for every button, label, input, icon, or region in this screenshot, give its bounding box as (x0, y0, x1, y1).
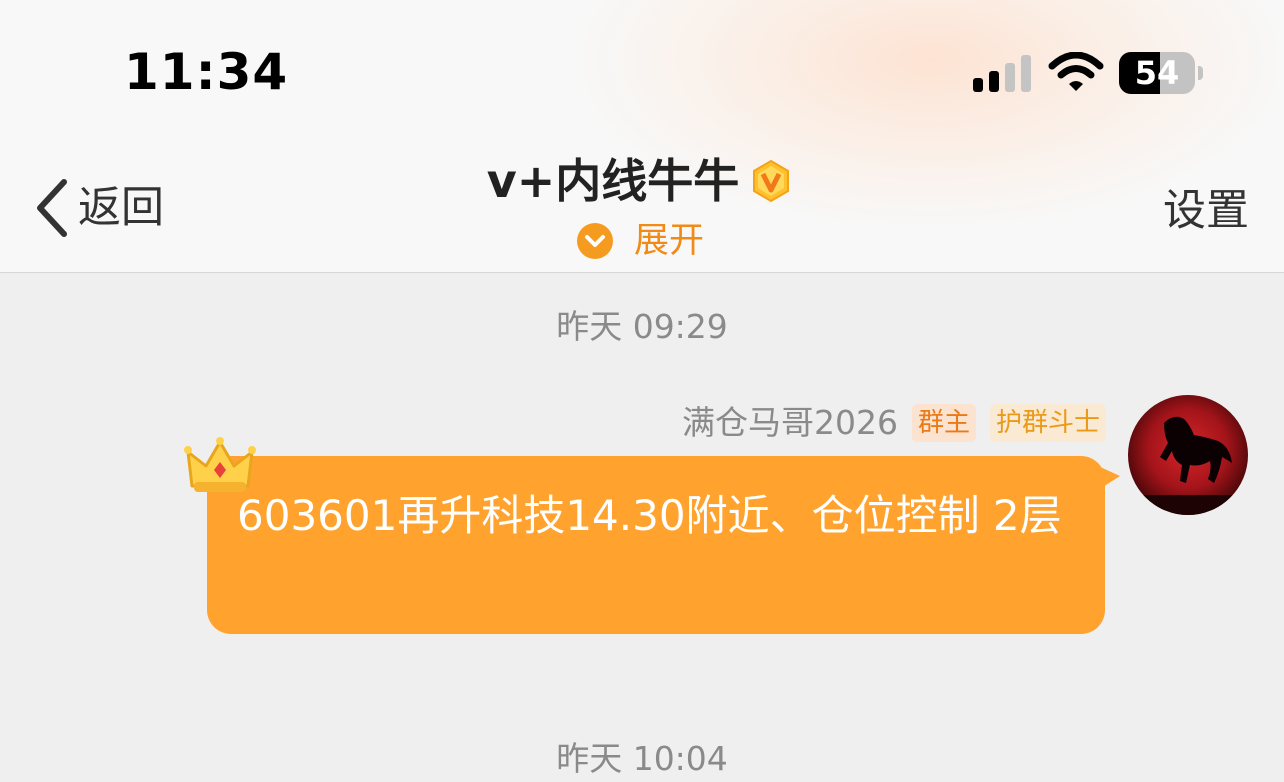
settings-button[interactable]: 设置 (1146, 180, 1266, 242)
crown-icon (184, 437, 256, 492)
page-title: v+内线牛牛 (486, 154, 740, 208)
message-bubble[interactable]: 603601再升科技14.30附近、仓位控制 2层 (207, 456, 1105, 634)
battery-icon: 54 (1119, 52, 1205, 94)
message-timestamp: 昨天 09:29 (556, 307, 728, 346)
expand-label: 展开 (633, 221, 704, 261)
guard-badge: 护群斗士 (989, 404, 1106, 442)
chevron-left-icon (37, 179, 67, 237)
message-text: 603601再升科技14.30附近、仓位控制 2层 (237, 491, 1062, 540)
status-time: 11:34 (124, 43, 289, 101)
sender-name: 满仓马哥2026 (681, 403, 898, 442)
back-label: 返回 (78, 183, 164, 233)
avatar[interactable] (1128, 395, 1248, 515)
back-button[interactable]: 返回 (32, 176, 164, 240)
v-badge-icon (753, 159, 790, 203)
wifi-icon (1048, 52, 1104, 91)
battery-level: 54 (1134, 54, 1180, 92)
chat-title-area[interactable]: v+内线牛牛 (450, 150, 830, 212)
cellular-signal-icon (973, 55, 1031, 92)
sender-info: 满仓马哥2026 群主 护群斗士 (600, 400, 1106, 446)
owner-badge: 群主 (911, 404, 976, 442)
expand-button[interactable]: 展开 (540, 215, 740, 267)
chevron-down-circle-icon (576, 223, 613, 259)
top-header: 11:34 54 返回 v+内线牛牛 展开 设置 (0, 0, 1284, 273)
message-timestamp-2: 昨天 10:04 (556, 739, 728, 778)
